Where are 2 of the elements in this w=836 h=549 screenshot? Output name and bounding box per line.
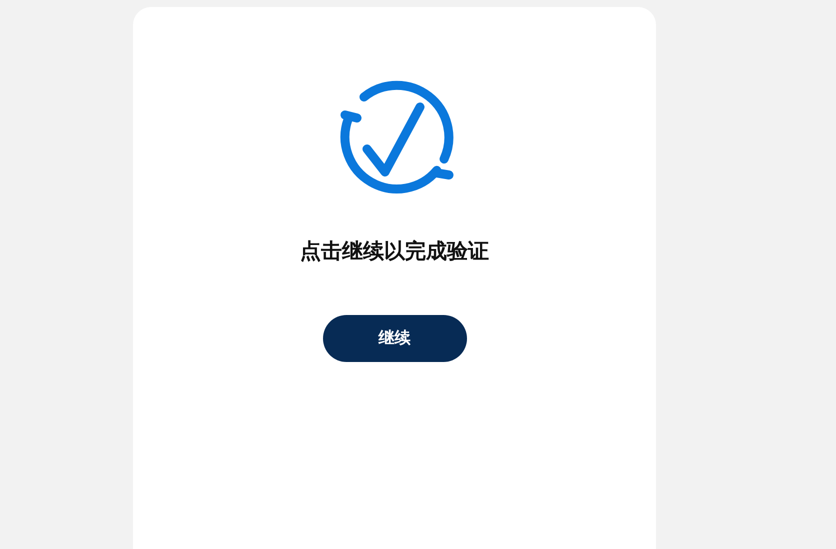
prompt-text: 点击继续以完成验证 bbox=[300, 238, 489, 265]
continue-button[interactable]: 继续 bbox=[322, 315, 466, 362]
